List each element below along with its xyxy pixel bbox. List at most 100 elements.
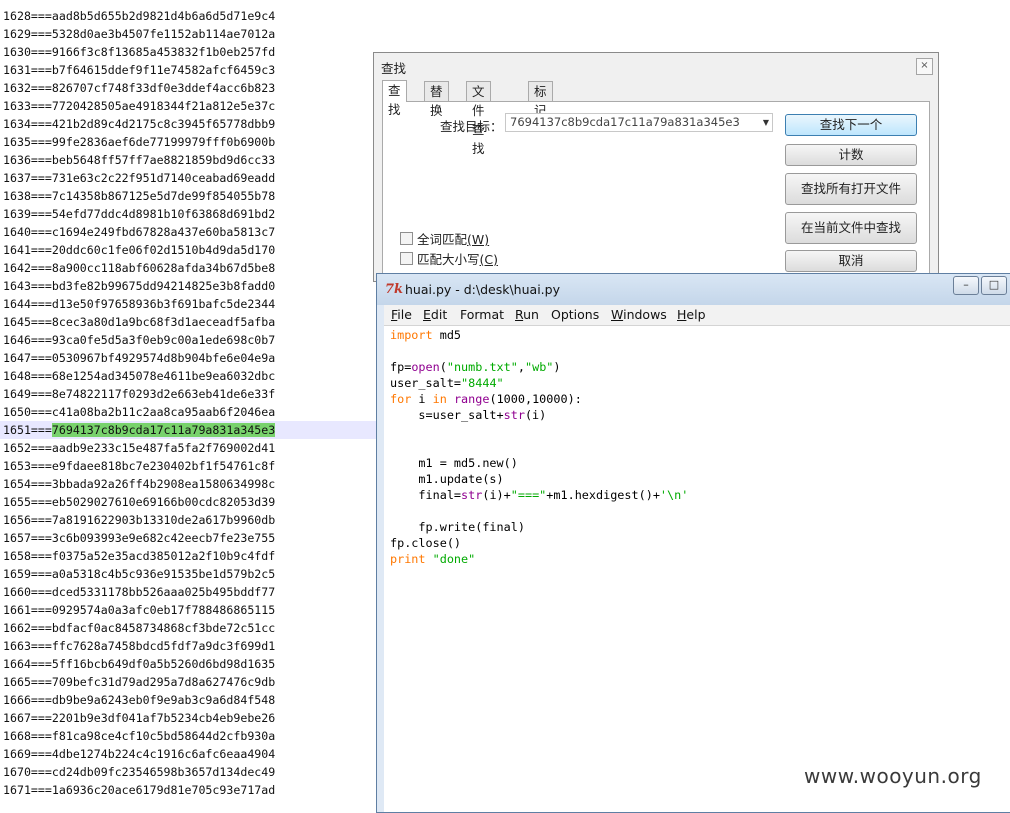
code-line: fp=open("numb.txt","wb") — [390, 360, 561, 374]
hash-line: 1634===421b2d89c4d2175c8c3945f65778dbb9 — [0, 115, 375, 133]
hash-line: 1632===826707cf748f33df0e3ddef4acc6b823 — [0, 79, 375, 97]
hash-value: c41a08ba2b11c2aa8ca95aab6f2046ea — [51, 405, 276, 419]
line-number: 1631=== — [3, 63, 52, 77]
line-number: 1644=== — [3, 297, 52, 311]
tab-find-in-files[interactable]: 文件查找 — [466, 81, 491, 156]
hash-value: 8a900cc118abf60628afda34b67d5be8 — [51, 261, 276, 275]
find-dialog: 查找 × 查找 替换 文件查找 标记 查找目标： 7694137c8b9cda1… — [373, 52, 939, 282]
hash-line: 1666===db9be9a6243eb0f9e9ab3c9a6d84f548 — [0, 691, 375, 709]
find-in-current-file-button[interactable]: 在当前文件中查找 — [785, 212, 917, 244]
hash-line: 1663===ffc7628a7458bdcd5fdf7a9dc3f699d1 — [0, 637, 375, 655]
match-case-checkbox[interactable]: 匹配大小写(C) — [400, 249, 498, 268]
line-number: 1645=== — [3, 315, 52, 329]
line-number: 1659=== — [3, 567, 52, 581]
window-title: huai.py - d:\desk\huai.py — [405, 282, 560, 297]
menu-bar: File Edit Format Run Options Windows Hel… — [384, 305, 1010, 326]
code-line: for i in range(1000,10000): — [390, 392, 582, 406]
menu-options[interactable]: Options — [551, 307, 599, 322]
code-line: fp.write(final) — [390, 520, 525, 534]
find-target-label: 查找目标： — [440, 119, 503, 134]
hash-line: 1661===0929574a0a3afc0eb17f788486865115 — [0, 601, 375, 619]
hash-value: 8e74822117f0293d2e663eb41de6e33f — [51, 387, 276, 401]
hash-line: 1669===4dbe1274b224c4c1916c6afc6eaa4904 — [0, 745, 375, 763]
hash-line: 1665===709befc31d79ad295a7d8a627476c9db — [0, 673, 375, 691]
code-line: fp.close() — [390, 536, 462, 550]
line-number: 1629=== — [3, 27, 52, 41]
line-number: 1654=== — [3, 477, 52, 491]
find-target-combobox[interactable]: 7694137c8b9cda17c11a79a831a345e3 ▼ — [505, 113, 773, 132]
window-titlebar[interactable]: 7k huai.py - d:\desk\huai.py – □ — [377, 274, 1010, 305]
menu-format[interactable]: Format — [460, 307, 504, 322]
line-number: 1650=== — [3, 405, 52, 419]
hash-line: 1644===d13e50f97658936b3f691bafc5de2344 — [0, 295, 375, 313]
line-number: 1660=== — [3, 585, 52, 599]
hash-value: d13e50f97658936b3f691bafc5de2344 — [51, 297, 276, 311]
close-icon[interactable]: × — [916, 58, 933, 75]
hash-line: 1637===731e63c2c22f951d7140ceabad69eadd — [0, 169, 375, 187]
code-line: final=str(i)+"==="+m1.hexdigest()+'\n' — [390, 488, 689, 502]
line-number: 1643=== — [3, 279, 52, 293]
hash-line: 1659===a0a5318c4b5c936e91535be1d579b2c5 — [0, 565, 375, 583]
line-number: 1636=== — [3, 153, 52, 167]
hash-line: 1664===5ff16bcb649df0a5b5260d6bd98d1635 — [0, 655, 375, 673]
line-number: 1648=== — [3, 369, 52, 383]
hash-line: 1642===8a900cc118abf60628afda34b67d5be8 — [0, 259, 375, 277]
code-area[interactable]: import md5 fp=open("numb.txt","wb") user… — [384, 326, 1010, 812]
hash-value: 3bbada92a26ff4b2908ea1580634998c — [51, 477, 276, 491]
hash-value: aad8b5d655b2d9821d4b6a6d5d71e9c4 — [51, 9, 276, 23]
menu-help[interactable]: Help — [677, 307, 706, 322]
tab-find[interactable]: 查找 — [382, 80, 407, 117]
count-button[interactable]: 计数 — [785, 144, 917, 166]
hash-value: 421b2d89c4d2175c8c3945f65778dbb9 — [51, 117, 276, 131]
cancel-button[interactable]: 取消 — [785, 250, 917, 272]
menu-edit[interactable]: Edit — [423, 307, 447, 322]
hash-line: 1635===99fe2836aef6de77199979fff0b6900b — [0, 133, 375, 151]
find-all-open-files-button[interactable]: 查找所有打开文件 — [785, 173, 917, 205]
hash-value: aadb9e233c15e487fa5fa2f769002d41 — [51, 441, 276, 455]
code-line: import md5 — [390, 328, 462, 342]
hash-value: db9be9a6243eb0f9e9ab3c9a6d84f548 — [51, 693, 276, 707]
hash-value: 826707cf748f33df0e3ddef4acc6b823 — [51, 81, 276, 95]
hash-line: 1656===7a8191622903b13310de2a617b9960db — [0, 511, 375, 529]
menu-file[interactable]: File — [391, 307, 412, 322]
hash-value: e9fdaee818bc7e230402bf1f54761c8f — [51, 459, 276, 473]
chevron-down-icon[interactable]: ▼ — [763, 114, 769, 131]
hash-value: 7a8191622903b13310de2a617b9960db — [51, 513, 276, 527]
menu-run[interactable]: Run — [515, 307, 539, 322]
idle-editor-window: 7k huai.py - d:\desk\huai.py – □ File Ed… — [376, 273, 1010, 813]
line-number: 1657=== — [3, 531, 52, 545]
menu-windows[interactable]: Windows — [611, 307, 667, 322]
line-number: 1647=== — [3, 351, 52, 365]
hash-value: 68e1254ad345078e4611be9ea6032dbc — [51, 369, 276, 383]
hash-value: b7f64615ddef9f11e74582afcf6459c3 — [51, 63, 276, 77]
hash-value: ffc7628a7458bdcd5fdf7a9dc3f699d1 — [51, 639, 276, 653]
whole-word-checkbox[interactable]: 全词匹配(W) — [400, 229, 489, 248]
line-number: 1651=== — [3, 423, 52, 437]
hash-value: 20ddc60c1fe06f02d1510b4d9da5d170 — [51, 243, 276, 257]
line-number: 1641=== — [3, 243, 52, 257]
line-number: 1668=== — [3, 729, 52, 743]
line-number: 1671=== — [3, 783, 52, 797]
hash-value: 5328d0ae3b4507fe1152ab114ae7012a — [51, 27, 276, 41]
hash-line: 1633===7720428505ae4918344f21a812e5e37c — [0, 97, 375, 115]
whole-word-key: (W) — [467, 232, 490, 247]
line-number: 1630=== — [3, 45, 52, 59]
hash-line: 1631===b7f64615ddef9f11e74582afcf6459c3 — [0, 61, 375, 79]
line-number: 1649=== — [3, 387, 52, 401]
line-number: 1635=== — [3, 135, 52, 149]
hash-value: f81ca98ce4cf10c5bd58644d2cfb930a — [51, 729, 276, 743]
line-number: 1661=== — [3, 603, 52, 617]
minimize-icon[interactable]: – — [953, 276, 979, 295]
find-next-button[interactable]: 查找下一个 — [785, 114, 917, 136]
tab-mark[interactable]: 标记 — [528, 81, 553, 118]
hash-line: 1654===3bbada92a26ff4b2908ea1580634998c — [0, 475, 375, 493]
hash-line: 1670===cd24db09fc23546598b3657d134dec49 — [0, 763, 375, 781]
python-icon: 7k — [385, 282, 404, 297]
line-number: 1639=== — [3, 207, 52, 221]
line-number: 1633=== — [3, 99, 52, 113]
maximize-icon[interactable]: □ — [981, 276, 1007, 295]
line-number: 1637=== — [3, 171, 52, 185]
hash-line: 1650===c41a08ba2b11c2aa8ca95aab6f2046ea — [0, 403, 375, 421]
hash-value: cd24db09fc23546598b3657d134dec49 — [51, 765, 276, 779]
tab-replace[interactable]: 替换 — [424, 81, 449, 118]
